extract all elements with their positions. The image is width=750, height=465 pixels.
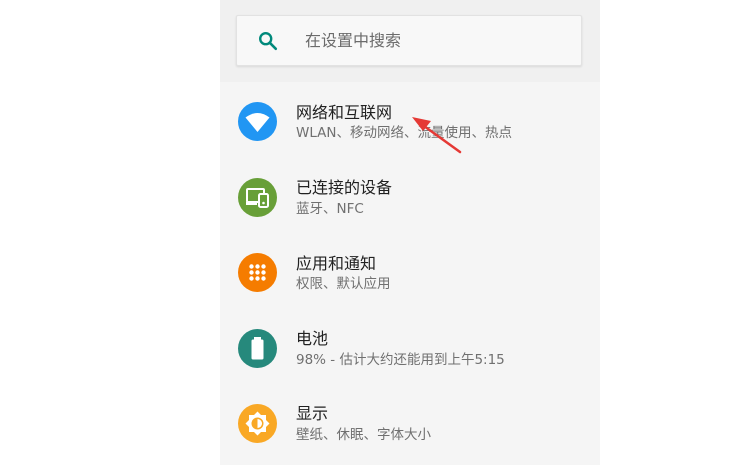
settings-item-subtitle: 98% - 估计大约还能用到上午5:15 xyxy=(296,352,505,368)
wifi-icon xyxy=(238,102,277,141)
settings-item-subtitle: 权限、默认应用 xyxy=(296,276,391,292)
settings-item-title: 网络和互联网 xyxy=(296,103,393,122)
search-header: 在设置中搜索 xyxy=(220,0,600,82)
settings-item-apps[interactable]: 应用和通知 权限、默认应用 xyxy=(220,235,600,311)
search-icon xyxy=(259,32,278,51)
search-bar[interactable]: 在设置中搜索 xyxy=(236,15,582,66)
settings-item-connected-devices[interactable]: 已连接的设备 蓝牙、NFC xyxy=(220,159,600,235)
settings-item-title: 显示 xyxy=(296,404,329,423)
settings-item-battery[interactable]: 电池 98% - 估计大约还能用到上午5:15 xyxy=(220,310,600,386)
devices-icon xyxy=(238,178,277,217)
search-input[interactable]: 在设置中搜索 xyxy=(305,31,401,51)
settings-item-network[interactable]: 网络和互联网 WLAN、移动网络、流量使用、热点 xyxy=(220,84,600,160)
settings-screen: 在设置中搜索 网络和互联网 WLAN、移动网络、流量使用、热点 已连接的设备 蓝… xyxy=(220,0,600,465)
settings-item-subtitle: 蓝牙、NFC xyxy=(296,201,364,217)
battery-icon xyxy=(238,329,277,368)
settings-item-subtitle: 壁纸、休眠、字体大小 xyxy=(296,427,431,443)
settings-item-title: 应用和通知 xyxy=(296,254,377,273)
settings-item-subtitle: WLAN、移动网络、流量使用、热点 xyxy=(296,125,513,141)
settings-item-display[interactable]: 显示 壁纸、休眠、字体大小 xyxy=(220,386,600,462)
brightness-icon xyxy=(238,404,277,443)
settings-item-title: 电池 xyxy=(296,329,329,348)
apps-icon xyxy=(238,253,277,292)
settings-item-title: 已连接的设备 xyxy=(296,178,393,197)
